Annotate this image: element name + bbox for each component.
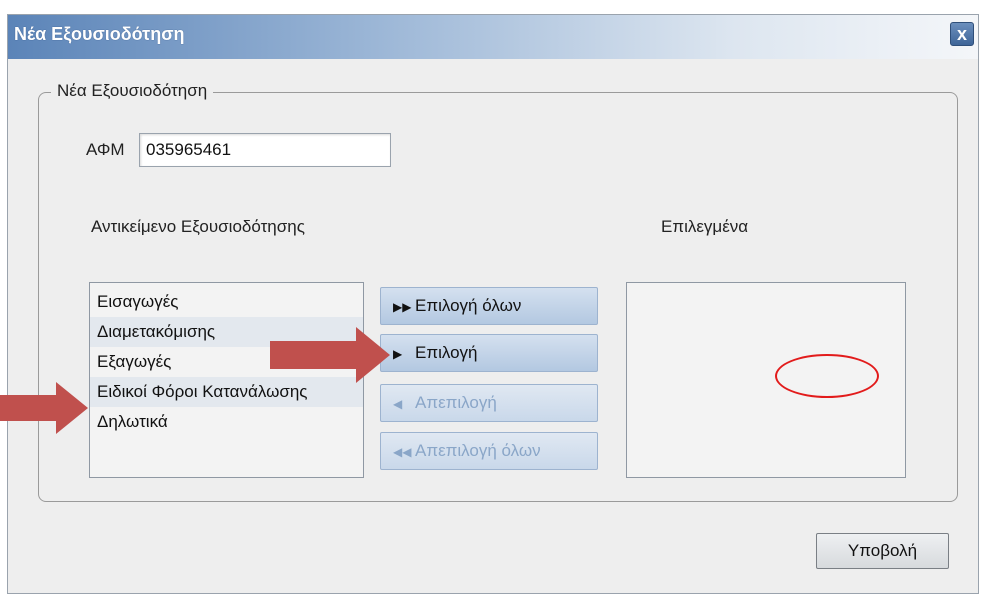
dialog-title: Νέα Εξουσιοδότηση [14, 24, 185, 44]
list-item-declarations[interactable]: Δηλωτικά [90, 407, 363, 437]
arrow-shape [0, 382, 88, 434]
dialog-titlebar[interactable]: Νέα Εξουσιοδότηση x [8, 15, 978, 59]
select-button[interactable]: ▶ Επιλογή [380, 334, 598, 372]
group-legend: Νέα Εξουσιοδότηση [51, 81, 214, 101]
fast-forward-icon: ▶▶ [393, 300, 412, 314]
list-item-imports[interactable]: Εισαγωγές [90, 287, 363, 317]
deselect-label: Απεπιλογή [415, 393, 497, 412]
play-icon: ▶ [393, 347, 403, 361]
afm-label: ΑΦΜ [86, 140, 125, 159]
annotation-ellipse [775, 354, 879, 398]
select-label: Επιλογή [415, 343, 478, 362]
annotation-arrow-to-excise [0, 382, 88, 434]
afm-input[interactable] [139, 133, 391, 167]
deselect-all-button[interactable]: ◀◀ Απεπιλογή όλων [380, 432, 598, 470]
close-button[interactable]: x [950, 22, 974, 46]
play-left-icon: ◀ [393, 397, 403, 411]
select-all-label: Επιλογή όλων [415, 296, 522, 315]
submit-button[interactable]: Υποβολή [816, 533, 949, 569]
close-icon: x [956, 24, 967, 44]
annotation-arrow-to-select [270, 327, 390, 383]
selected-header: Επιλεγμένα [661, 217, 749, 236]
authorization-object-header: Αντικείμενο Εξουσιοδότησης [91, 217, 305, 236]
deselect-button[interactable]: ◀ Απεπιλογή [380, 384, 598, 422]
deselect-all-label: Απεπιλογή όλων [415, 441, 541, 460]
select-all-button[interactable]: ▶▶ Επιλογή όλων [380, 287, 598, 325]
fast-backward-icon: ◀◀ [393, 445, 412, 459]
arrow-shape [270, 327, 390, 383]
